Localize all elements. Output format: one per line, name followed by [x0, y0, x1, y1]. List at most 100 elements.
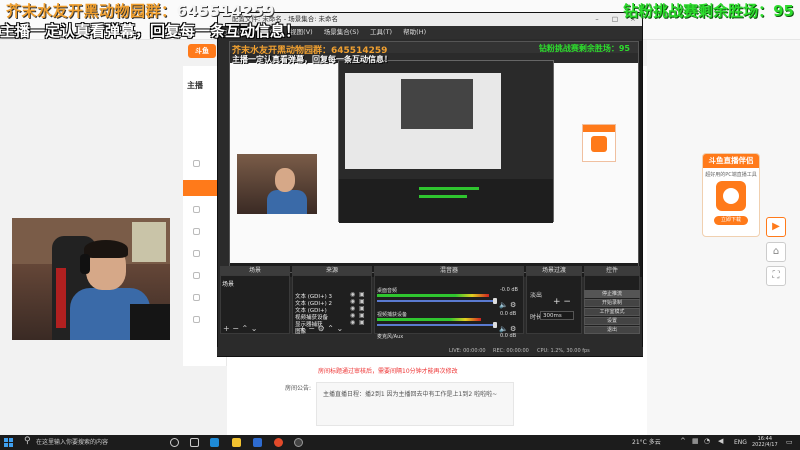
play-icon[interactable]: ▶ — [766, 217, 786, 237]
chrome-icon[interactable] — [274, 438, 283, 447]
preview-promo — [582, 124, 616, 162]
speaker-icon[interactable]: ◀ — [718, 437, 723, 445]
lock-icon[interactable]: ▣ — [359, 319, 365, 326]
settings-button[interactable]: 设置 — [584, 317, 640, 325]
scenes-toolbar: + − ⌃ ⌄ — [220, 325, 257, 333]
mixer-desktop-audio-meter — [377, 294, 489, 297]
mixer-desktop-audio-slider[interactable] — [377, 300, 495, 302]
volume-knob[interactable] — [493, 298, 497, 304]
chevron-down-icon[interactable]: ⌄ — [251, 324, 258, 333]
cortana-icon[interactable] — [170, 438, 179, 447]
eye-icon[interactable]: ◉ — [350, 319, 355, 326]
stop-streaming-button[interactable]: 停止推流 — [584, 290, 640, 298]
sources-dock-header: 来源 — [292, 266, 372, 275]
headset-icon — [80, 254, 90, 274]
menu-scene-collection[interactable]: 场景集合(S) — [324, 28, 359, 36]
task-view-icon[interactable] — [190, 438, 199, 447]
menu-tools[interactable]: 工具(T) — [370, 28, 392, 36]
volume-knob[interactable] — [493, 322, 497, 328]
taskbar-clock[interactable]: 16:44 2022/4/17 — [752, 436, 778, 448]
controls-dock-header: 控件 — [584, 266, 640, 275]
menu-help[interactable]: 帮助(H) — [403, 28, 426, 36]
sidebar-item-icon[interactable] — [193, 316, 200, 323]
add-icon[interactable]: + — [223, 324, 230, 333]
taskbar-search-input[interactable]: 在这里输入你要搜索的内容 — [36, 438, 108, 447]
scene-item[interactable]: 场景 — [222, 279, 234, 288]
webcam-feed — [12, 218, 170, 340]
file-explorer-icon[interactable] — [232, 438, 241, 447]
live-timer: LIVE: 00:00:00 — [449, 348, 486, 354]
studio-mode-button[interactable]: 工作室模式 — [584, 308, 640, 316]
lock-icon[interactable]: ▣ — [359, 291, 365, 298]
sidebar-item-icon[interactable] — [193, 250, 200, 257]
cpu-fps: CPU: 1.2%, 30.00 fps — [537, 348, 590, 354]
notification-icon[interactable]: ▭ — [786, 438, 793, 446]
douyu-logo[interactable]: 斗鱼 — [188, 44, 216, 58]
add-icon[interactable]: + − — [553, 297, 571, 307]
screenshot-icon[interactable]: ⛶ — [766, 266, 786, 286]
preview-capture: 芥末水友开黑动物园群：645514259 主播一定认真看弹幕，回复每一条互动信息… — [229, 41, 639, 273]
title-warning: 房间标题通过审核后，需要间隔10分钟才能再次修改 — [318, 368, 458, 375]
add-icon[interactable]: + — [299, 324, 306, 333]
sidebar-title: 主播 — [187, 81, 203, 90]
mixer-desktop-audio-db: -0.0 dB — [500, 287, 518, 293]
lock-icon[interactable]: ▣ — [359, 312, 365, 319]
promo-title: 斗鱼直播伴侣 — [703, 154, 759, 168]
notice-textbox[interactable]: 主播直播日程：播2到1 因为主播回去中有工作是上1到2 啦啦啦~ — [316, 382, 514, 426]
sidebar-item-icon[interactable] — [193, 228, 200, 235]
wifi-icon[interactable]: ◔ — [704, 437, 710, 445]
sidebar-item-icon[interactable] — [193, 272, 200, 279]
store-icon[interactable] — [253, 438, 262, 447]
mixer-mic-db: 0.0 dB — [500, 333, 517, 339]
promo-download-button[interactable]: 立即下载 — [714, 216, 748, 225]
companion-app-promo[interactable]: 斗鱼直播伴侣 超好用的PC端直播工具 立即下载 — [702, 153, 760, 237]
sidebar-item-icon[interactable] — [193, 294, 200, 301]
minimize-icon[interactable]: – — [588, 13, 606, 26]
home-icon[interactable]: ⌂ — [766, 242, 786, 262]
mixer-dock-header: 混音器 — [374, 266, 524, 275]
overlay-host-message: 主播一定认真看弹幕，回复每一条互动信息！ — [0, 22, 301, 40]
search-icon[interactable]: ⚲ — [24, 436, 31, 446]
gear-icon[interactable]: ⚙ — [510, 301, 516, 309]
exit-button[interactable]: 退出 — [584, 326, 640, 334]
mixer-video-capture-meter — [377, 318, 481, 321]
chevron-down-icon[interactable]: ⌄ — [336, 324, 343, 333]
maximize-icon[interactable]: □ — [606, 13, 624, 26]
windows-taskbar: ⚲ 在这里输入你要搜索的内容 21°C 多云 ^ ▦ ◔ ◀ ENG 16:44… — [0, 435, 800, 450]
scenes-dock-header: 场景 — [220, 266, 290, 275]
input-language[interactable]: ENG — [734, 438, 747, 447]
overlay-drill-challenge: 钻粉挑战赛剩余胜场：95 — [623, 2, 794, 20]
edge-icon[interactable] — [210, 438, 219, 447]
mixer-video-capture-label: 视频捕获设备 — [377, 312, 408, 318]
clock-date: 2022/4/17 — [752, 442, 778, 448]
start-recording-button[interactable]: 开始录制 — [584, 299, 640, 307]
transitions-dock-header: 场景过渡 — [526, 266, 582, 275]
chevron-up-icon[interactable]: ⌃ — [327, 324, 334, 333]
eye-icon[interactable]: ◉ — [350, 312, 355, 319]
lock-icon[interactable]: ▣ — [359, 298, 365, 305]
sidebar-item-icon[interactable] — [193, 160, 200, 167]
transition-duration-input[interactable]: 300ms — [540, 311, 574, 320]
chevron-up-icon[interactable]: ^ — [680, 437, 686, 445]
obs-icon[interactable] — [294, 438, 303, 447]
weather-widget[interactable]: 21°C 多云 — [632, 438, 661, 447]
speaker-icon[interactable]: 🔈 — [499, 325, 508, 333]
transition-type[interactable]: 淡出 — [530, 290, 542, 299]
network-icon[interactable]: ▦ — [692, 437, 699, 445]
mixer-video-capture-slider[interactable] — [377, 324, 495, 326]
sidebar-item-icon[interactable] — [193, 206, 200, 213]
rec-timer: REC: 00:00:00 — [493, 348, 529, 354]
speaker-icon[interactable]: 🔈 — [499, 301, 508, 309]
eye-icon[interactable]: ◉ — [350, 291, 355, 298]
lock-icon[interactable]: ▣ — [359, 305, 365, 312]
promo-subtitle: 超好用的PC端直播工具 — [705, 172, 757, 178]
gear-icon[interactable]: ⚙ — [318, 324, 325, 333]
windows-start-icon[interactable] — [4, 438, 13, 447]
gear-icon[interactable]: ⚙ — [510, 325, 516, 333]
eye-icon[interactable]: ◉ — [350, 305, 355, 312]
remove-icon[interactable]: − — [232, 324, 239, 333]
remove-icon[interactable]: − — [308, 324, 315, 333]
obs-status-bar: LIVE: 00:00:00 REC: 00:00:00 CPU: 1.2%, … — [217, 347, 643, 356]
chevron-up-icon[interactable]: ⌃ — [242, 324, 249, 333]
eye-icon[interactable]: ◉ — [350, 298, 355, 305]
